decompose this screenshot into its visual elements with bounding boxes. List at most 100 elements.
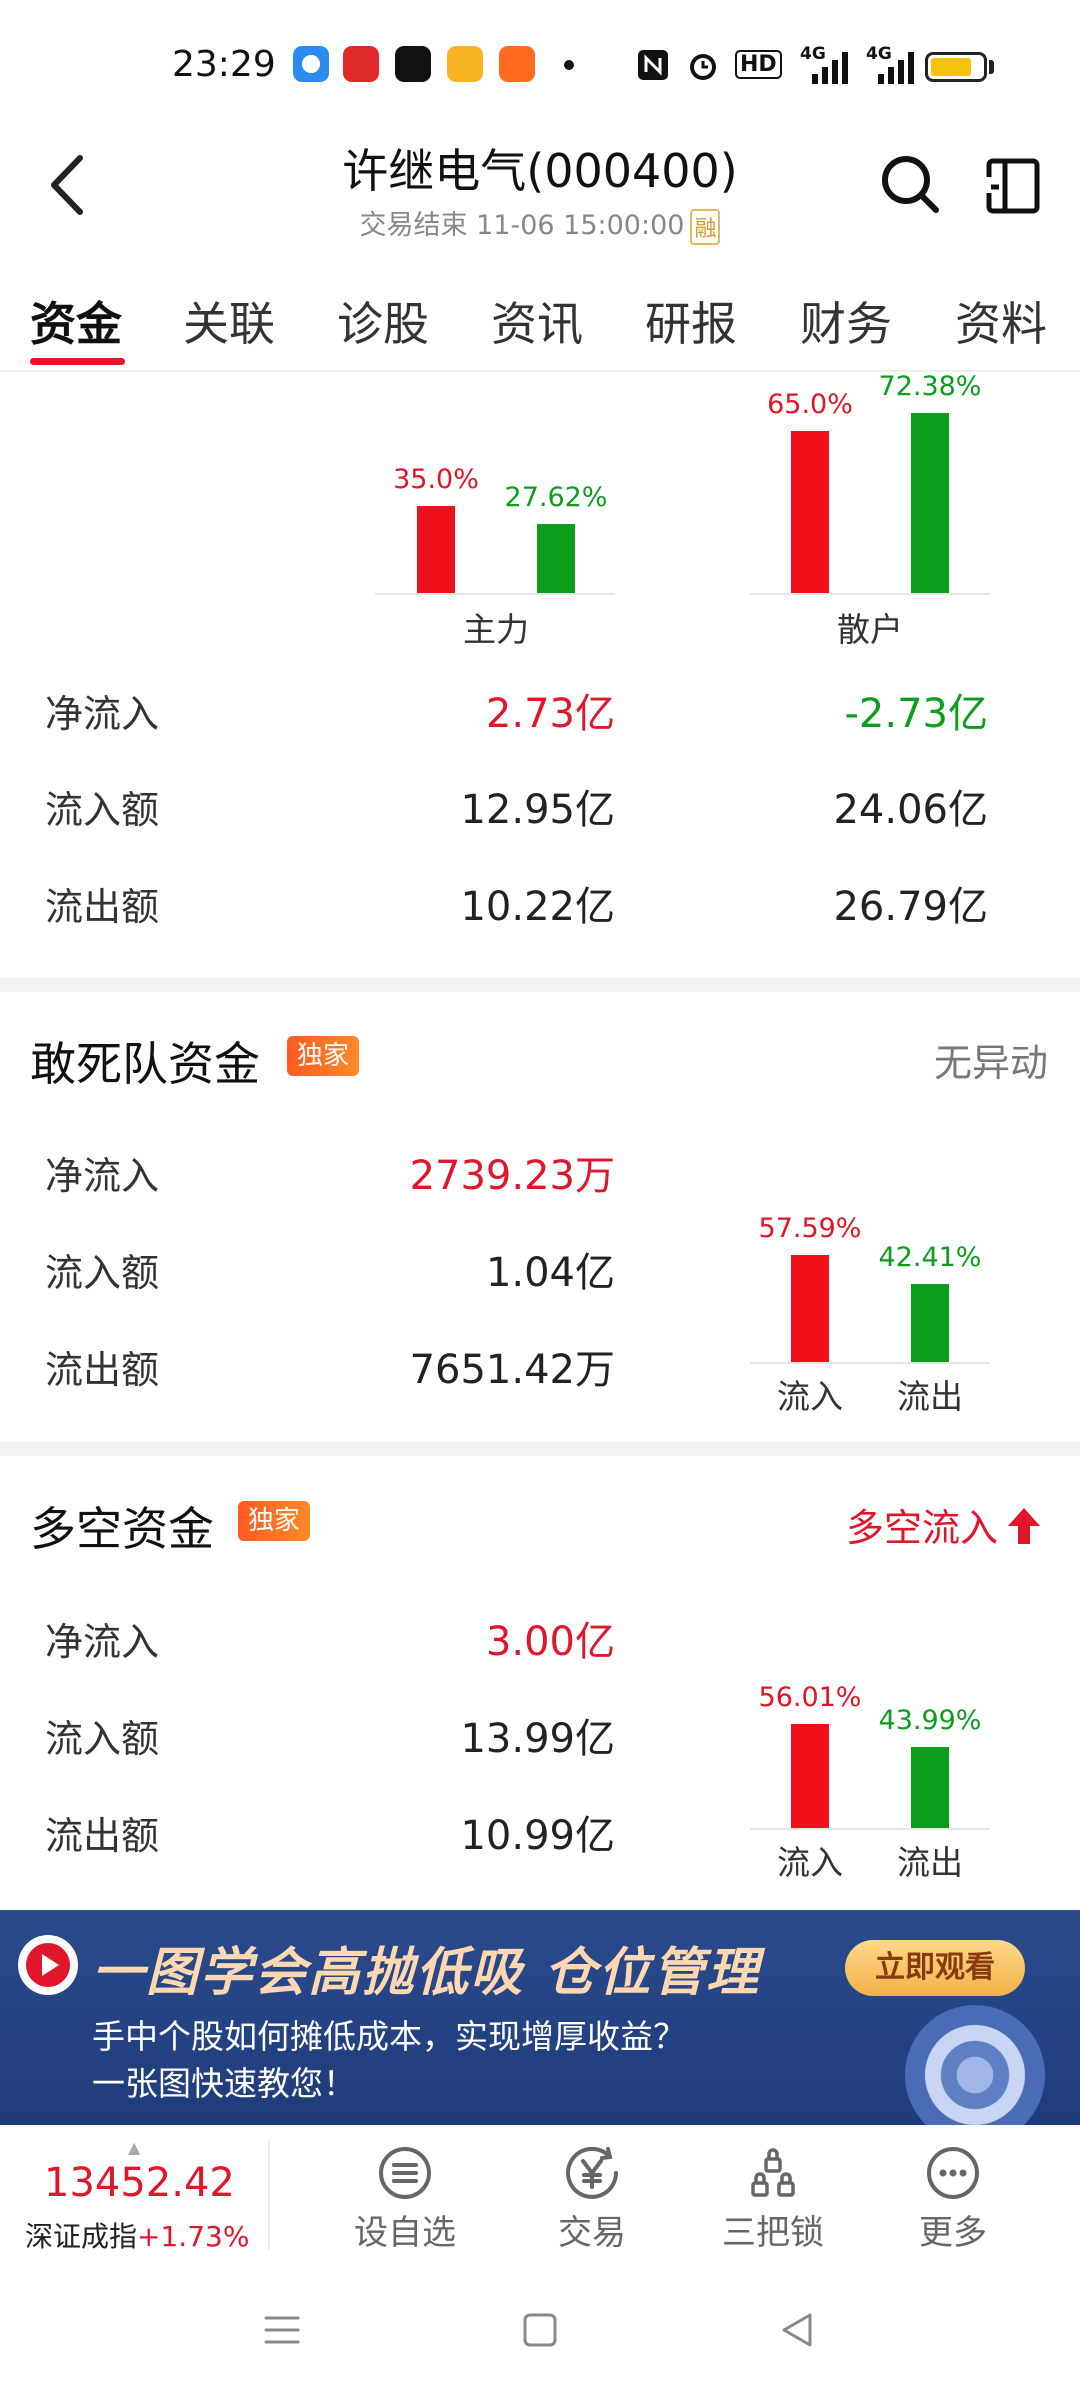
- trade-label: 交易: [558, 2213, 626, 2253]
- row-label-inflow: 流入额: [45, 788, 160, 832]
- alarm-icon: [690, 54, 716, 80]
- longshort-category-outflow: 流出: [897, 1843, 963, 1882]
- index-ticker[interactable]: 深证成指+1.73%: [25, 2215, 249, 2255]
- add-watchlist-label: 设自选: [354, 2213, 456, 2253]
- dare-category-inflow: 流入: [777, 1377, 843, 1416]
- dare-bar-label-inflow: 57.59%: [758, 1213, 862, 1245]
- tab-news[interactable]: 资讯: [491, 288, 583, 354]
- trade-button[interactable]: 交易: [512, 2145, 672, 2254]
- longshort-row-label-net-inflow: 净流入: [45, 1620, 160, 1664]
- browser-icon: [293, 46, 329, 82]
- signal-bars-2-icon: [878, 52, 914, 84]
- dare-category-outflow: 流出: [897, 1377, 963, 1416]
- dare-row-label-net-inflow: 净流入: [45, 1154, 160, 1198]
- caret-up-icon[interactable]: ▲: [128, 2138, 140, 2157]
- battery-level: [931, 58, 971, 76]
- longshort-status[interactable]: 多空流入: [846, 1497, 1042, 1552]
- bar-retail-outflow: [911, 413, 949, 593]
- watch-now-button[interactable]: 立即观看: [845, 1940, 1025, 1996]
- longshort-category-inflow: 流入: [777, 1843, 843, 1882]
- dare-net-inflow: 2739.23万: [409, 1153, 615, 1199]
- video-app-icon: [447, 46, 483, 82]
- more-label: 更多: [919, 2213, 987, 2253]
- longshort-row-label-inflow: 流入额: [45, 1717, 160, 1761]
- dare-inflow: 1.04亿: [485, 1250, 615, 1296]
- stock-app-icon: [343, 46, 379, 82]
- dare-status: 无异动: [933, 1041, 1048, 1085]
- banner-title: 一图学会高抛低吸 仓位管理: [92, 1943, 761, 2003]
- kuaishou-icon: [499, 46, 535, 82]
- retail-outflow: 26.79亿: [833, 884, 988, 930]
- tab-bar: 资金 关联 诊股 资讯 研报 财务 资料: [0, 280, 1080, 370]
- dare-section-title: 敢死队资金: [30, 1037, 260, 1091]
- search-icon[interactable]: [878, 152, 942, 216]
- longshort-inflow: 13.99亿: [460, 1716, 615, 1762]
- main-outflow: 10.22亿: [460, 884, 615, 930]
- longshort-outflow: 10.99亿: [460, 1813, 615, 1859]
- dare-bar-label-outflow: 42.41%: [878, 1241, 982, 1273]
- more-button[interactable]: 更多: [873, 2145, 1033, 2254]
- bar-label-retail-inflow: 65.0%: [767, 389, 853, 421]
- category-main: 主力: [463, 610, 529, 649]
- longshort-net-inflow: 3.00亿: [485, 1619, 615, 1665]
- section-separator: [0, 978, 1080, 992]
- layout-switch-icon[interactable]: [985, 155, 1041, 215]
- hd-icon: HD: [735, 50, 782, 79]
- locks-icon: [751, 2148, 795, 2197]
- dare-bar-outflow: [911, 1283, 949, 1362]
- dare-outflow: 7651.42万: [409, 1347, 615, 1393]
- dare-row-label-outflow: 流出额: [45, 1348, 160, 1392]
- bar-main-inflow: [417, 505, 455, 593]
- add-watchlist-button[interactable]: 设自选: [325, 2145, 485, 2254]
- bar-retail-inflow: [791, 431, 829, 593]
- tiktok-icon: [395, 46, 431, 82]
- tab-profile[interactable]: 资料: [955, 288, 1047, 354]
- main-inflow: 12.95亿: [460, 787, 615, 833]
- longshort-section-title: 多空资金: [30, 1502, 214, 1556]
- battery-icon: [925, 52, 987, 82]
- trade-status-text: 交易结束 11-06 15:00:00: [359, 210, 685, 241]
- active-tab-indicator: [30, 358, 125, 365]
- dare-row-label-inflow: 流入额: [45, 1251, 160, 1295]
- arrow-up-icon: [1008, 1508, 1040, 1544]
- index-change: +1.73%: [137, 2220, 250, 2253]
- signal-bars-1-icon: [812, 52, 848, 84]
- target-icon: [905, 2005, 1045, 2125]
- row-label-net-inflow: 净流入: [45, 692, 160, 736]
- retail-inflow: 24.06亿: [833, 787, 988, 833]
- index-value[interactable]: 13452.42: [44, 2160, 235, 2206]
- row-label-outflow: 流出额: [45, 885, 160, 929]
- menu-icon[interactable]: [262, 2310, 302, 2350]
- promo-banner[interactable]: 一图学会高抛低吸 仓位管理 立即观看 手中个股如何摊低成本，实现增厚收益？ 一张…: [0, 1910, 1080, 2125]
- play-icon: [18, 1935, 78, 1995]
- list-icon: [379, 2147, 431, 2199]
- back-nav-icon[interactable]: [778, 2310, 818, 2350]
- main-net-inflow: 2.73亿: [485, 691, 615, 737]
- tab-finance[interactable]: 财务: [800, 288, 892, 354]
- retail-net-inflow: -2.73亿: [844, 691, 989, 737]
- banner-line-2: 一张图快速教您！: [92, 2064, 356, 2103]
- bar-main-outflow: [537, 524, 575, 593]
- chart-baseline-retail: [750, 593, 990, 595]
- battery-tip: [989, 60, 994, 74]
- longshort-status-text: 多空流入: [845, 1506, 998, 1550]
- longshort-bar-label-inflow: 56.01%: [758, 1682, 862, 1714]
- longshort-bar-label-outflow: 43.99%: [878, 1704, 982, 1736]
- dare-exclusive-badge: 独家: [287, 1036, 360, 1076]
- tab-funds[interactable]: 资金: [30, 288, 122, 354]
- tab-research[interactable]: 研报: [645, 288, 737, 354]
- tab-diagnosis[interactable]: 诊股: [337, 288, 429, 354]
- banner-line-1: 手中个股如何摊低成本，实现增厚收益？: [92, 2017, 686, 2056]
- longshort-exclusive-badge: 独家: [238, 1501, 311, 1541]
- chart-baseline-main: [375, 593, 615, 595]
- section-separator: [0, 1442, 1080, 1456]
- longshort-chart-baseline: [750, 1828, 990, 1830]
- longshort-bar-outflow: [911, 1746, 949, 1828]
- tab-related[interactable]: 关联: [183, 288, 275, 354]
- bar-label-retail-outflow: 72.38%: [878, 371, 982, 402]
- three-locks-button[interactable]: 三把锁: [693, 2145, 853, 2254]
- home-icon[interactable]: [520, 2310, 560, 2350]
- longshort-bar-inflow: [791, 1724, 829, 1828]
- nfc-icon: [638, 50, 668, 80]
- status-bar: 23:29 HD 4G 4G: [0, 0, 1080, 130]
